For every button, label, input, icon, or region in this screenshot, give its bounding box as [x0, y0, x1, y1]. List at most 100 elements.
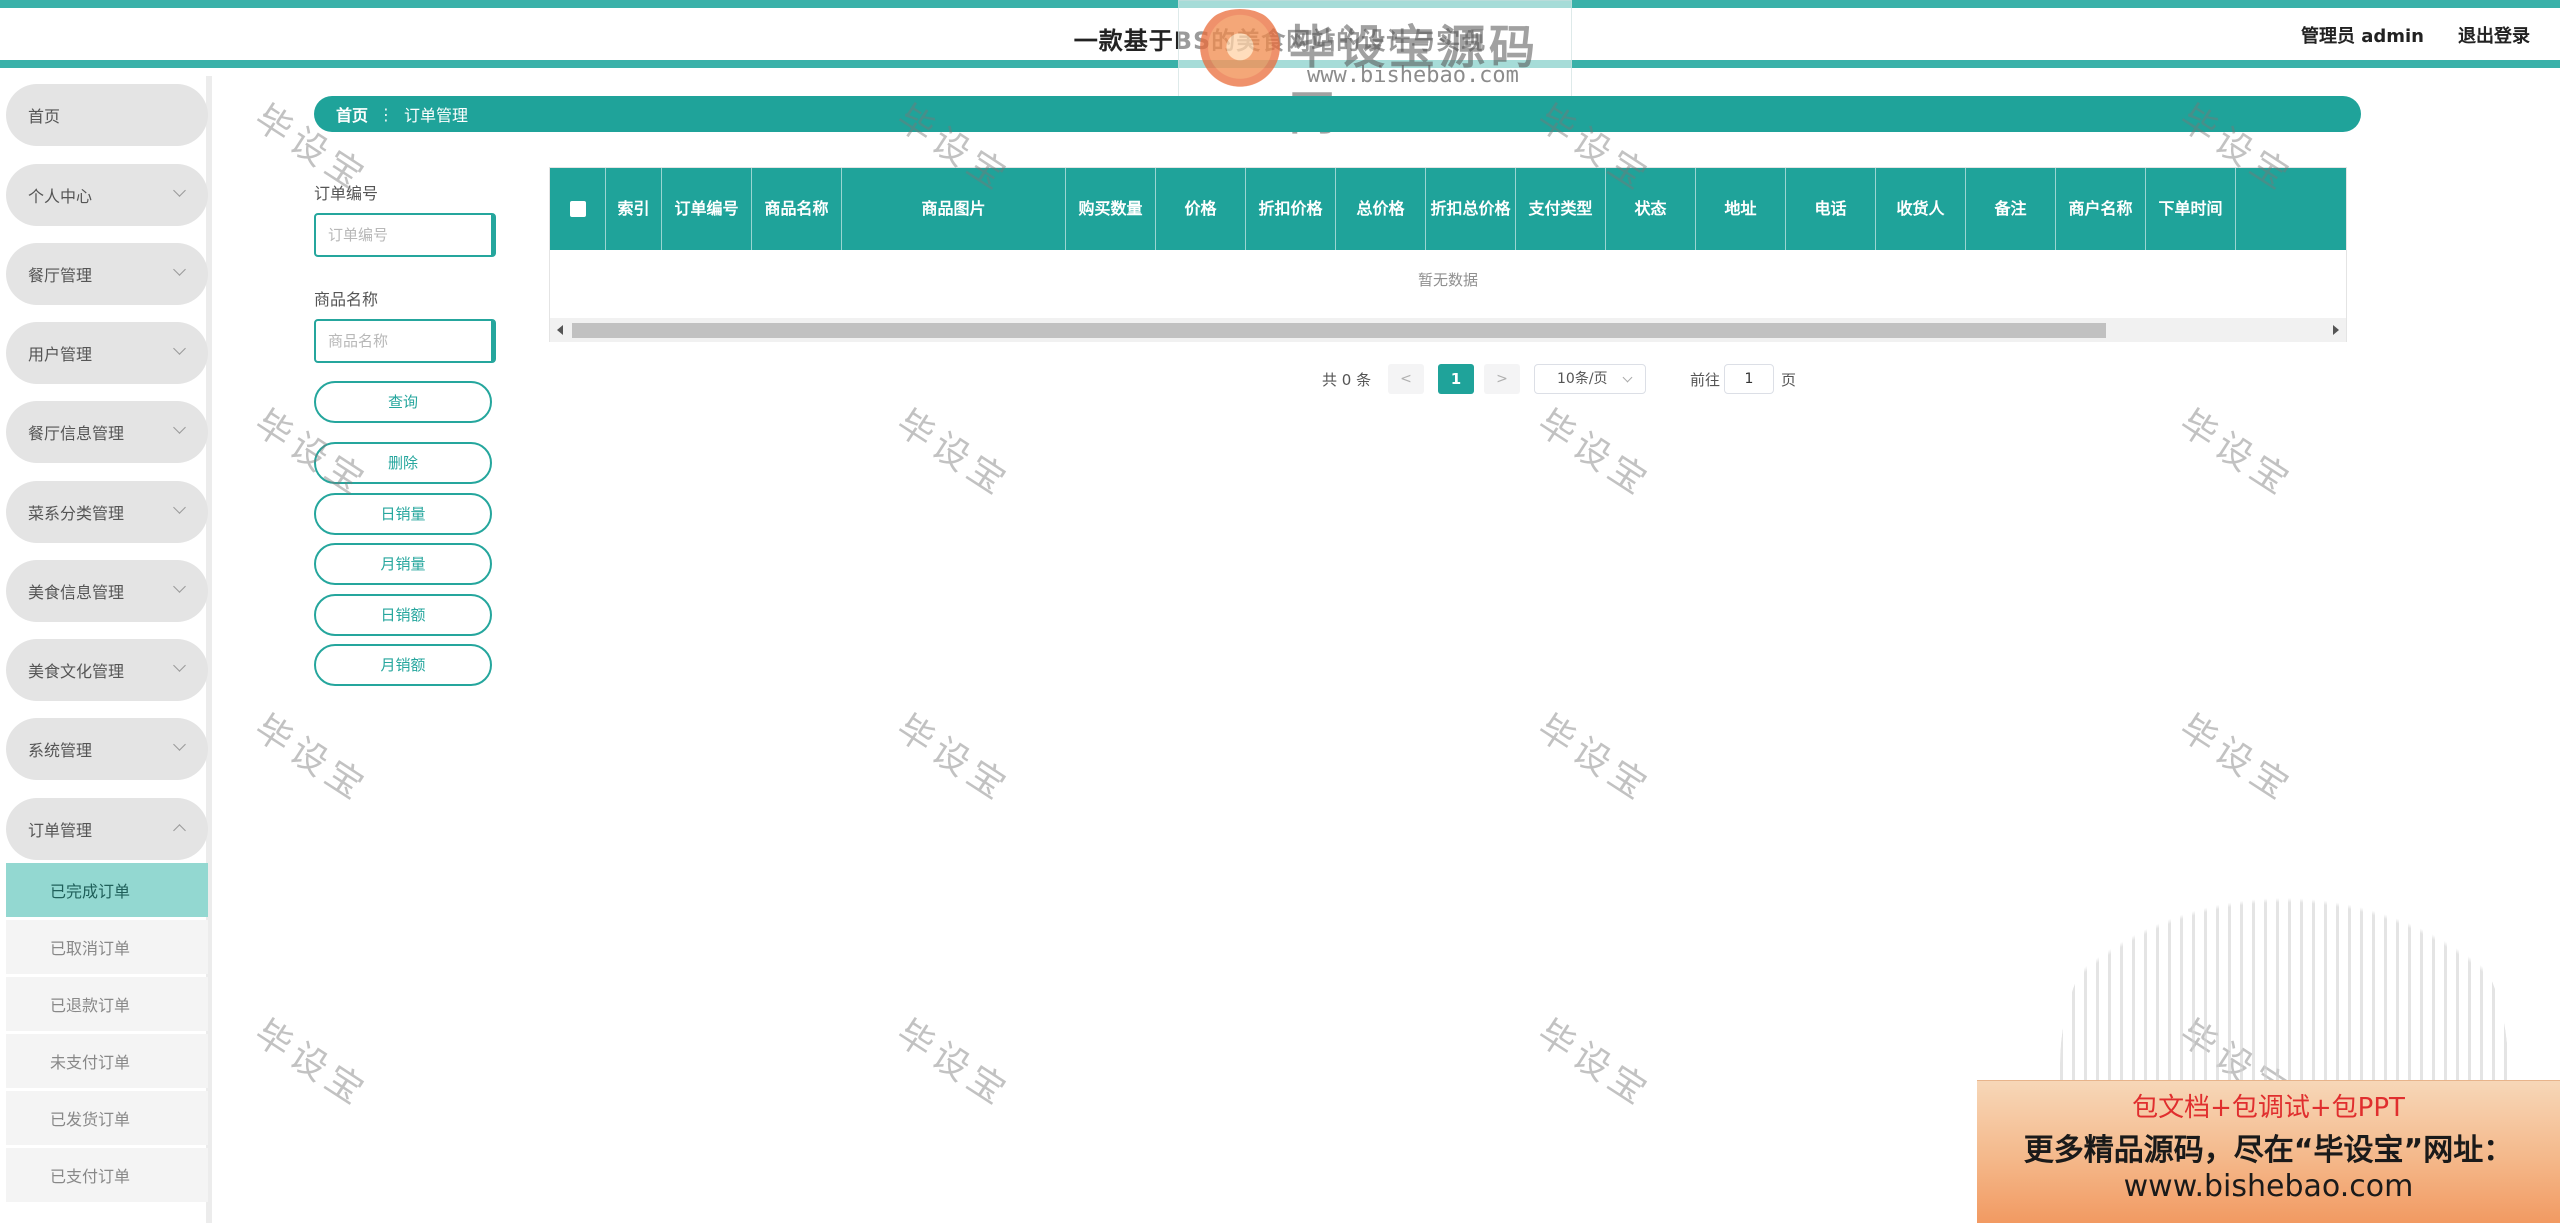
- watermark-text: 毕设宝: [889, 402, 1018, 506]
- total-count: 共 0 条: [1322, 371, 1372, 389]
- column-header[interactable]: 商品图片: [842, 168, 1066, 250]
- ad-line-3: www.bishebao.com: [2123, 1169, 2414, 1204]
- product-name-label: 商品名称: [314, 290, 379, 309]
- ad-line-1: 包文档+包调试+包PPT: [2132, 1093, 2405, 1123]
- delete-button[interactable]: 删除: [314, 442, 492, 484]
- order-no-input[interactable]: [314, 213, 496, 257]
- sidebar-item-label: 美食文化管理: [28, 662, 125, 681]
- column-header[interactable]: 电话: [1786, 168, 1876, 250]
- watermark-text: 毕设宝: [247, 707, 376, 811]
- column-header[interactable]: 下单时间: [2146, 168, 2236, 250]
- select-all-cell: [550, 168, 606, 250]
- watermark-text: 毕设宝: [1530, 402, 1659, 506]
- watermark-text: 毕设宝: [889, 1012, 1018, 1116]
- orders-table: 索引 订单编号 商品名称 商品图片 购买数量 价格 折扣价格 总价格 折扣总价格 支付类型 状态 地址…: [549, 167, 2347, 342]
- sidebar-item-label: 餐厅管理: [28, 266, 93, 285]
- column-header[interactable]: 折扣价格: [1246, 168, 1336, 250]
- chevron-down-icon: [173, 580, 186, 593]
- sidebar-item-5[interactable]: 菜系分类管理: [6, 481, 208, 543]
- ad-line-2: 更多精品源码，尽在“毕设宝”网址：: [2023, 1133, 2514, 1168]
- logo-cup-icon: [1193, 9, 1287, 93]
- page-1-button[interactable]: 1: [1438, 364, 1474, 394]
- sidebar-item-label: 首页: [28, 107, 61, 126]
- goto-suffix: 页: [1781, 371, 1797, 389]
- column-header[interactable]: 总价格: [1336, 168, 1426, 250]
- sidebar-item-label: 美食信息管理: [28, 583, 125, 602]
- sidebar-item-7[interactable]: 美食文化管理: [6, 639, 208, 701]
- breadcrumb-home[interactable]: 首页: [336, 102, 368, 126]
- sidebar-item-6[interactable]: 美食信息管理: [6, 560, 208, 622]
- sidebar-item-label: 系统管理: [28, 741, 93, 760]
- goto-label: 前往: [1690, 371, 1721, 389]
- order-no-label: 订单编号: [314, 184, 379, 203]
- watermark-text: 毕设宝: [247, 1012, 376, 1116]
- chevron-down-icon: [173, 501, 186, 514]
- column-header[interactable]: 索引: [606, 168, 662, 250]
- page-size-select[interactable]: 10条/页: [1534, 364, 1646, 394]
- chevron-down-icon: [173, 184, 186, 197]
- sidebar-item-label: 订单管理: [28, 821, 93, 840]
- ad-banner: 包文档+包调试+包PPT 更多精品源码，尽在“毕设宝”网址： www.bishe…: [1977, 1080, 2560, 1223]
- horizontal-scrollbar[interactable]: [550, 318, 2346, 342]
- logout-button[interactable]: 退出登录: [2458, 22, 2530, 48]
- monthly-sales-qty-button[interactable]: 月销量: [314, 543, 492, 585]
- column-header[interactable]: 状态: [1606, 168, 1696, 250]
- table-header: 索引 订单编号 商品名称 商品图片 购买数量 价格 折扣价格 总价格 折扣总价格 支付类型 状态 地址…: [550, 168, 2346, 250]
- user-area: 管理员 admin 退出登录: [2301, 22, 2530, 48]
- breadcrumb-current: 订单管理: [404, 106, 469, 125]
- goto-page-input[interactable]: [1724, 364, 1774, 394]
- column-header[interactable]: 支付类型: [1516, 168, 1606, 250]
- product-name-input[interactable]: [314, 319, 496, 363]
- sidebar-subitem-2[interactable]: 已退款订单: [6, 977, 208, 1031]
- scroll-right-icon[interactable]: [2333, 325, 2339, 335]
- logo-url: www.bishebao.com: [1307, 63, 1519, 88]
- watermark-text: 毕设宝: [1530, 707, 1659, 811]
- sidebar-subitem-5[interactable]: 已支付订单: [6, 1148, 208, 1202]
- sidebar-item-2[interactable]: 餐厅管理: [6, 243, 208, 305]
- pagination: 共 0 条 < 1 > 10条/页 前往 页: [0, 364, 2560, 394]
- sidebar-subitem-0[interactable]: 已完成订单: [6, 863, 208, 917]
- sidebar-subitem-1[interactable]: 已取消订单: [6, 920, 208, 974]
- column-header[interactable]: 折扣总价格: [1426, 168, 1516, 250]
- sidebar-item-label: 菜系分类管理: [28, 504, 125, 523]
- sidebar-item-0[interactable]: 首页: [6, 84, 208, 146]
- column-header[interactable]: 收货人: [1876, 168, 1966, 250]
- select-all-checkbox[interactable]: [569, 201, 586, 217]
- sidebar-item-1[interactable]: 个人中心: [6, 164, 208, 226]
- admin-label[interactable]: 管理员 admin: [2301, 22, 2424, 48]
- sidebar-item-4[interactable]: 餐厅信息管理: [6, 401, 208, 463]
- next-page-button[interactable]: >: [1484, 364, 1520, 394]
- column-header[interactable]: 购买数量: [1066, 168, 1156, 250]
- watermark-text: 毕设宝: [2172, 402, 2301, 506]
- column-header[interactable]: 价格: [1156, 168, 1246, 250]
- scroll-left-icon[interactable]: [557, 325, 563, 335]
- prev-page-button[interactable]: <: [1388, 364, 1424, 394]
- column-header[interactable]: 备注: [1966, 168, 2056, 250]
- sidebar-item-label: 个人中心: [28, 187, 93, 206]
- scroll-thumb[interactable]: [572, 323, 2106, 338]
- chevron-up-icon: [173, 824, 186, 837]
- monthly-sales-amount-button[interactable]: 月销额: [314, 644, 492, 686]
- sidebar-item-8[interactable]: 系统管理: [6, 718, 208, 780]
- page-size-value: 10条/页: [1557, 371, 1608, 387]
- column-header[interactable]: 商品名称: [752, 168, 842, 250]
- chevron-down-icon: [173, 263, 186, 276]
- watermark-text: 毕设宝: [1530, 1012, 1659, 1116]
- column-header[interactable]: 地址: [1696, 168, 1786, 250]
- sidebar-item-label: 餐厅信息管理: [28, 424, 125, 443]
- logo-watermark: 毕设宝源码网 www.bishebao.com: [1178, 0, 1572, 140]
- chevron-down-icon: [1622, 372, 1633, 383]
- column-header[interactable]: 商户名称: [2056, 168, 2146, 250]
- breadcrumb: 首页 ⋮ 订单管理: [314, 96, 2361, 132]
- empty-text: 暂无数据: [1417, 271, 1478, 289]
- daily-sales-qty-button[interactable]: 日销量: [314, 493, 492, 535]
- watermark-text: 毕设宝: [889, 707, 1018, 811]
- daily-sales-amount-button[interactable]: 日销额: [314, 594, 492, 636]
- sidebar-item-9[interactable]: 订单管理: [6, 798, 208, 860]
- chevron-down-icon: [173, 421, 186, 434]
- chevron-down-icon: [173, 342, 186, 355]
- sidebar-subitem-3[interactable]: 未支付订单: [6, 1034, 208, 1088]
- column-header[interactable]: 订单编号: [662, 168, 752, 250]
- sidebar-subitem-4[interactable]: 已发货订单: [6, 1091, 208, 1145]
- watermark-text: 毕设宝: [2172, 707, 2301, 811]
